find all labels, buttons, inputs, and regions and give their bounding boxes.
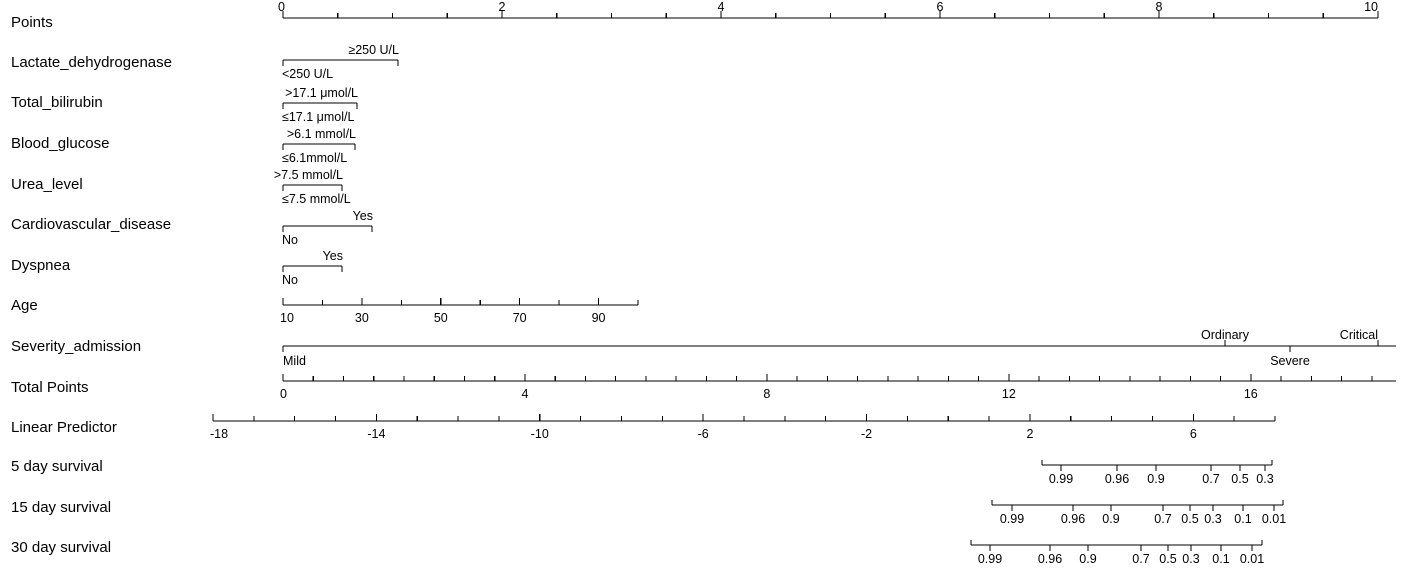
axis-row-label-severity-admission: Severity_admission bbox=[11, 338, 142, 355]
tick-label-dyspnea-low: No bbox=[282, 273, 298, 287]
tick-label-age-2: 50 bbox=[433, 311, 448, 325]
tick-label-points-1: 2 bbox=[498, 0, 506, 14]
tick-label-15-day-survival-2: 0.9 bbox=[1102, 512, 1120, 526]
tick-label-severity-admission-1: Ordinary bbox=[1201, 328, 1249, 342]
tick-label-total-bilirubin-high: >17.1 μmol/L bbox=[285, 86, 358, 100]
tick-label-5-day-survival-4: 0.5 bbox=[1231, 472, 1249, 486]
tick-label-linear-predictor-2: -10 bbox=[530, 427, 549, 441]
tick-label-linear-predictor-4: -2 bbox=[860, 427, 873, 441]
tick-label-points-5: 10 bbox=[1364, 0, 1378, 14]
tick-label-5-day-survival-0: 0.99 bbox=[1048, 472, 1074, 486]
tick-label-5-day-survival-1: 0.96 bbox=[1104, 472, 1130, 486]
tick-label-30-day-survival-7: 0.01 bbox=[1239, 552, 1265, 566]
tick-label-points-0: 0 bbox=[278, 0, 285, 14]
tick-label-total-points-1: 4 bbox=[521, 387, 529, 401]
tick-label-linear-predictor-0: -18 bbox=[210, 427, 229, 441]
tick-label-lactate-dehydrogenase-low: <250 U/L bbox=[282, 67, 334, 81]
tick-label-urea-level-high: >7.5 mmol/L bbox=[273, 168, 343, 182]
tick-label-age-3: 70 bbox=[512, 311, 527, 325]
tick-label-points-4: 8 bbox=[1155, 0, 1163, 14]
tick-label-blood-glucose-high: >6.1 mmol/L bbox=[286, 127, 356, 141]
tick-label-points-3: 6 bbox=[936, 0, 944, 14]
axis-row-label-5-day-survival: 5 day survival bbox=[11, 458, 103, 475]
tick-label-lactate-dehydrogenase-high: ≥250 U/L bbox=[348, 43, 399, 57]
tick-label-cardiovascular-disease-high: Yes bbox=[352, 209, 373, 223]
tick-label-linear-predictor-5: 2 bbox=[1026, 427, 1034, 441]
axis-row-label-cardiovascular-disease: Cardiovascular_disease bbox=[11, 216, 172, 233]
tick-label-severity-admission-2: Severe bbox=[1270, 354, 1310, 368]
axis-row-label-15-day-survival: 15 day survival bbox=[11, 499, 112, 516]
axis-row-label-30-day-survival: 30 day survival bbox=[11, 539, 112, 556]
tick-label-15-day-survival-4: 0.5 bbox=[1181, 512, 1199, 526]
tick-label-5-day-survival-3: 0.7 bbox=[1202, 472, 1220, 486]
tick-label-30-day-survival-2: 0.9 bbox=[1079, 552, 1097, 566]
nomogram-chart: Points 0 2 4 6 8 10 Lactate_dehydrogenase <250 U… bbox=[0, 0, 1408, 576]
tick-label-linear-predictor-6: 6 bbox=[1189, 427, 1197, 441]
tick-label-30-day-survival-5: 0.3 bbox=[1182, 552, 1200, 566]
tick-label-15-day-survival-0: 0.99 bbox=[999, 512, 1025, 526]
tick-label-30-day-survival-3: 0.7 bbox=[1132, 552, 1150, 566]
tick-label-5-day-survival-2: 0.9 bbox=[1147, 472, 1165, 486]
tick-label-30-day-survival-0: 0.99 bbox=[977, 552, 1003, 566]
tick-label-cardiovascular-disease-low: No bbox=[282, 233, 298, 247]
tick-label-total-points-3: 12 bbox=[1001, 387, 1016, 401]
tick-label-severity-admission-0: Mild bbox=[283, 354, 306, 368]
axis-row-label-linear-predictor: Linear Predictor bbox=[11, 419, 117, 436]
tick-label-age-1: 30 bbox=[354, 311, 369, 325]
tick-label-linear-predictor-3: -6 bbox=[697, 427, 709, 441]
tick-label-15-day-survival-5: 0.3 bbox=[1204, 512, 1222, 526]
axis-row-label-dyspnea: Dyspnea bbox=[11, 257, 71, 274]
tick-label-age-0: 10 bbox=[280, 311, 294, 325]
axis-row-label-urea-level: Urea_level bbox=[11, 176, 83, 193]
tick-label-5-day-survival-5: 0.3 bbox=[1256, 472, 1274, 486]
tick-label-total-points-4: 16 bbox=[1243, 387, 1258, 401]
tick-label-15-day-survival-1: 0.96 bbox=[1060, 512, 1086, 526]
tick-label-30-day-survival-4: 0.5 bbox=[1159, 552, 1177, 566]
axis-row-label-age: Age bbox=[11, 297, 38, 314]
tick-label-linear-predictor-1: -14 bbox=[367, 427, 386, 441]
tick-label-total-points-0: 0 bbox=[280, 387, 287, 401]
tick-label-30-day-survival-6: 0.1 bbox=[1212, 552, 1230, 566]
tick-label-total-bilirubin-low: ≤17.1 μmol/L bbox=[282, 110, 355, 124]
axis-row-label-points: Points bbox=[11, 14, 53, 31]
tick-label-age-4: 90 bbox=[591, 311, 606, 325]
tick-label-severity-admission-3: Critical bbox=[1339, 328, 1378, 342]
axis-row-label-blood-glucose: Blood_glucose bbox=[11, 135, 110, 152]
tick-label-total-points-2: 8 bbox=[763, 387, 771, 401]
tick-label-points-2: 4 bbox=[717, 0, 725, 14]
axis-row-label-lactate-dehydrogenase: Lactate_dehydrogenase bbox=[11, 54, 172, 71]
tick-label-dyspnea-high: Yes bbox=[322, 249, 343, 263]
axis-row-label-total-bilirubin: Total_bilirubin bbox=[11, 94, 103, 111]
tick-label-15-day-survival-6: 0.1 bbox=[1234, 512, 1252, 526]
tick-label-blood-glucose-low: ≤6.1mmol/L bbox=[282, 151, 348, 165]
tick-label-15-day-survival-7: 0.01 bbox=[1261, 512, 1287, 526]
tick-label-30-day-survival-1: 0.96 bbox=[1037, 552, 1063, 566]
nomogram-svg bbox=[212, 11, 1396, 551]
tick-label-15-day-survival-3: 0.7 bbox=[1154, 512, 1172, 526]
axis-row-label-total-points: Total Points bbox=[11, 379, 89, 396]
tick-label-urea-level-low: ≤7.5 mmol/L bbox=[282, 192, 351, 206]
